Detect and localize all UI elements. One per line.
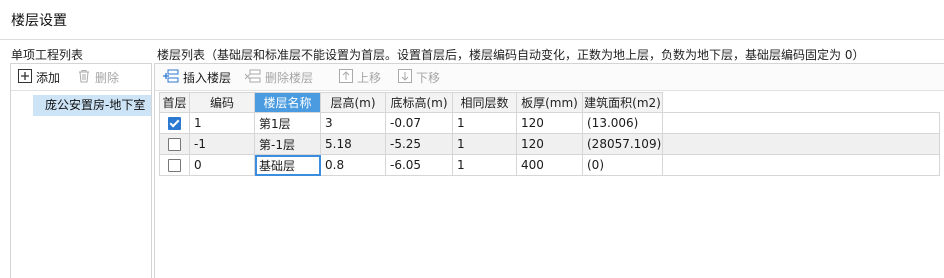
table-row[interactable]: -1 第-1层 5.18 -5.25 1 120 (28057.109): [159, 133, 940, 155]
move-up-button[interactable]: 上移: [339, 69, 381, 86]
move-down-button[interactable]: 下移: [398, 69, 440, 86]
checkbox-checked-icon: [168, 117, 181, 130]
cell-filler: [662, 133, 940, 155]
cell-bottom-elevation[interactable]: -0.07: [385, 112, 453, 134]
cell-code[interactable]: 0: [189, 154, 255, 176]
floor-table-header: 首层 编码 楼层名称 层高(m) 底标高(m) 相同层数 板厚(mm) 建筑面积…: [159, 92, 940, 113]
col-bottom-elevation[interactable]: 底标高(m): [385, 92, 453, 113]
first-floor-checkbox[interactable]: [159, 133, 190, 155]
table-row[interactable]: 1 第1层 3 -0.07 1 120 (13.006): [159, 112, 940, 134]
cell-code[interactable]: 1: [189, 112, 255, 134]
floor-table: 首层 编码 楼层名称 层高(m) 底标高(m) 相同层数 板厚(mm) 建筑面积…: [159, 92, 940, 176]
col-floor-name[interactable]: 楼层名称: [254, 92, 321, 113]
delete-project-label: 删除: [95, 71, 120, 85]
title-separator: [0, 39, 944, 40]
cell-floor-name[interactable]: 基础层: [254, 154, 321, 176]
cell-same-count[interactable]: 1: [452, 112, 517, 134]
add-project-label: 添加: [36, 71, 61, 85]
insert-floor-label: 插入楼层: [183, 71, 232, 85]
checkbox-unchecked-icon: [168, 159, 181, 172]
insert-floor-icon: [163, 69, 179, 86]
cell-height[interactable]: 3: [320, 112, 386, 134]
delete-floor-label: 删除楼层: [265, 71, 314, 85]
trash-icon: [77, 69, 91, 86]
cell-slab-thickness[interactable]: 120: [516, 133, 583, 155]
arrow-up-icon: [339, 69, 353, 86]
cell-same-count[interactable]: 1: [452, 133, 517, 155]
col-filler: [662, 92, 940, 113]
cell-building-area: (13.006): [582, 112, 663, 134]
cell-filler: [662, 154, 940, 176]
cell-filler: [662, 112, 940, 134]
project-item[interactable]: 庞公安置房-地下室: [33, 95, 151, 116]
col-building-area[interactable]: 建筑面积(m2): [582, 92, 663, 113]
floor-list-label: 楼层列表（基础层和标准层不能设置为首层。设置首层后，楼层编码自动变化，正数为地上…: [157, 48, 865, 62]
cell-same-count[interactable]: 1: [452, 154, 517, 176]
first-floor-checkbox[interactable]: [159, 154, 190, 176]
cell-code[interactable]: -1: [189, 133, 255, 155]
delete-project-button[interactable]: 删除: [77, 69, 119, 86]
table-row[interactable]: 0 基础层 0.8 -6.05 1 400 (0): [159, 154, 940, 176]
col-first-floor[interactable]: 首层: [159, 92, 190, 113]
floor-toolbar: 插入楼层 删除楼层 上移 下移: [155, 64, 944, 91]
cell-slab-thickness[interactable]: 120: [516, 112, 583, 134]
move-up-label: 上移: [357, 71, 382, 85]
insert-floor-button[interactable]: 插入楼层: [163, 69, 231, 86]
project-list-label: 单项工程列表: [11, 48, 84, 62]
add-project-button[interactable]: 添加: [18, 69, 60, 86]
floor-list-panel: 插入楼层 删除楼层 上移 下移 首层 编码 楼层名称 层高(m) 底标高(m) …: [154, 63, 944, 278]
project-list-toolbar: 添加 删除: [11, 64, 151, 91]
cell-slab-thickness[interactable]: 400: [516, 154, 583, 176]
col-slab-thickness[interactable]: 板厚(mm): [516, 92, 583, 113]
cell-height[interactable]: 0.8: [320, 154, 386, 176]
cell-building-area: (28057.109): [582, 133, 663, 155]
cell-bottom-elevation[interactable]: -5.25: [385, 133, 453, 155]
delete-floor-button[interactable]: 删除楼层: [244, 69, 314, 86]
checkbox-unchecked-icon: [168, 138, 181, 151]
cell-building-area: (0): [582, 154, 663, 176]
col-same-count[interactable]: 相同层数: [452, 92, 517, 113]
col-height[interactable]: 层高(m): [320, 92, 386, 113]
delete-floor-icon: [244, 69, 261, 86]
cell-floor-name[interactable]: 第1层: [254, 112, 321, 134]
dialog-title: 楼层设置: [11, 13, 67, 29]
col-code[interactable]: 编码: [189, 92, 255, 113]
move-down-label: 下移: [416, 71, 441, 85]
first-floor-checkbox[interactable]: [159, 112, 190, 134]
cell-bottom-elevation[interactable]: -6.05: [385, 154, 453, 176]
arrow-down-icon: [398, 69, 412, 86]
cell-floor-name[interactable]: 第-1层: [254, 133, 321, 155]
project-list-panel: 添加 删除 庞公安置房-地下室: [10, 63, 152, 278]
plus-square-icon: [18, 69, 32, 86]
cell-height[interactable]: 5.18: [320, 133, 386, 155]
